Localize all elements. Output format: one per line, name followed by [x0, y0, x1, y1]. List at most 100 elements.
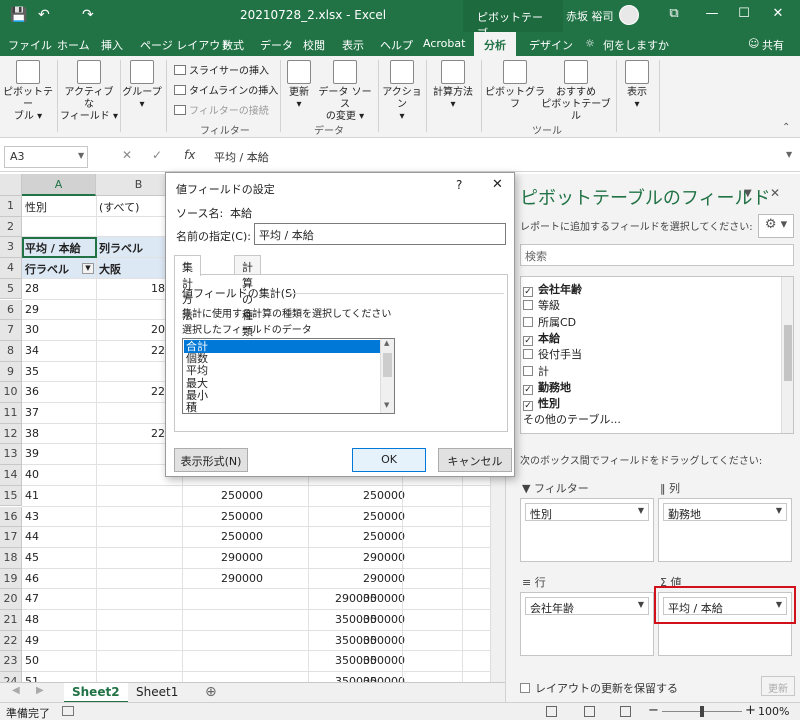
cell-e[interactable]: 250000	[360, 507, 440, 528]
cell-b[interactable]	[96, 610, 182, 631]
cell-a[interactable]: 48	[22, 610, 96, 631]
field-item[interactable]: ✓ 性別	[523, 395, 560, 412]
row-header[interactable]: 4	[0, 258, 22, 279]
cell-c[interactable]: 290000	[218, 548, 308, 569]
ribbon-display-icon[interactable]: ⧉	[662, 6, 686, 21]
field-checkbox[interactable]: ✓	[523, 287, 533, 297]
cell-b[interactable]	[96, 569, 182, 590]
tab-design[interactable]: デザイン	[529, 37, 573, 53]
scroll-up-icon[interactable]: ▲	[384, 339, 389, 347]
zoom-slider-thumb[interactable]	[700, 706, 704, 717]
select-all-corner[interactable]	[0, 174, 22, 196]
sheet-tab-sheet1[interactable]: Sheet1	[128, 683, 186, 703]
zoom-out-button[interactable]: −	[648, 703, 659, 718]
columns-zone-box[interactable]: 勤務地 ▼	[658, 498, 792, 562]
change-data-source-button[interactable]: データ ソース の変更 ▾	[316, 60, 374, 123]
field-item[interactable]: ✓ 会社年齢	[523, 281, 582, 297]
field-item[interactable]: 等級	[523, 297, 560, 313]
pane-close-icon[interactable]: ✕	[770, 186, 780, 200]
summary-function-list[interactable]: 合計 個数 平均 最大 最小積 ▲ ▼	[182, 338, 395, 414]
row-header[interactable]: 15	[0, 485, 22, 507]
filter-field-chip[interactable]: 性別 ▼	[525, 503, 649, 521]
row-header[interactable]: 24	[0, 672, 22, 682]
tab-home[interactable]: ホーム	[57, 37, 90, 53]
tab-file[interactable]: ファイル	[8, 37, 52, 53]
recommended-pivottables-button[interactable]: おすすめ ピボットテーブル	[540, 60, 612, 123]
tab-page-layout[interactable]: ページ レイアウト	[140, 37, 231, 53]
zoom-level[interactable]: 100%	[758, 705, 789, 718]
chip-dropdown-icon[interactable]: ▼	[638, 506, 644, 515]
defer-update-checkbox[interactable]: レイアウトの更新を保留する	[520, 680, 678, 696]
cancel-icon[interactable]: ✕	[122, 148, 132, 162]
pivottable-button[interactable]: ピボットテー ブル ▾	[2, 60, 54, 123]
cell-e[interactable]: 350000	[360, 631, 440, 652]
name-box-dropdown-icon[interactable]: ▼	[78, 151, 84, 160]
other-tables-link[interactable]: その他のテーブル...	[523, 411, 621, 427]
field-item[interactable]: 所属CD	[523, 314, 576, 330]
tab-summarize-by[interactable]: 集計方法	[174, 255, 201, 322]
cancel-button[interactable]: キャンセル	[438, 448, 512, 472]
summary-list-scrollbar[interactable]: ▲ ▼	[380, 339, 394, 413]
summary-list-scroll-thumb[interactable]	[383, 353, 392, 377]
number-format-button[interactable]: 表示形式(N)	[174, 448, 248, 472]
formula-input[interactable]: 平均 / 本給	[210, 146, 798, 168]
cell-e[interactable]: 350000	[360, 610, 440, 631]
row-header[interactable]: 16	[0, 506, 22, 528]
field-checkbox[interactable]: ✓	[523, 384, 533, 395]
cell-c[interactable]	[218, 651, 308, 672]
expand-formula-icon[interactable]: ▼	[786, 150, 792, 159]
chip-dropdown-icon[interactable]: ▼	[638, 600, 644, 609]
cell-a[interactable]: 43	[22, 507, 96, 528]
cell-b[interactable]	[96, 631, 182, 652]
cell-e[interactable]: 290000	[360, 569, 440, 590]
field-checkbox[interactable]: ✓	[523, 335, 533, 346]
cell-c[interactable]: 250000	[218, 486, 308, 507]
function-icon[interactable]: fx	[184, 148, 195, 162]
undo-icon[interactable]: ↶	[38, 7, 50, 23]
defer-checkbox-box[interactable]	[520, 683, 530, 693]
row-header[interactable]: 18	[0, 547, 22, 569]
cell-a[interactable]: 34	[22, 341, 96, 362]
column-header-a[interactable]: A	[22, 174, 96, 196]
scroll-down-icon[interactable]: ▼	[384, 401, 389, 409]
actions-button[interactable]: アクション ▾	[380, 60, 424, 123]
insert-slicer-button[interactable]: スライサーの挿入	[174, 62, 269, 77]
cell-b[interactable]	[96, 651, 182, 672]
sheet-tab-sheet2[interactable]: Sheet2	[64, 683, 128, 703]
active-field-button[interactable]: アクティブな フィールド ▾	[60, 60, 118, 123]
cell-a[interactable]: 38	[22, 424, 96, 445]
enter-icon[interactable]: ✓	[152, 148, 162, 162]
cell-a[interactable]: 44	[22, 527, 96, 548]
row-label-filter-icon[interactable]: ▼	[82, 263, 94, 275]
cell-a[interactable]: 36	[22, 382, 96, 403]
field-list-scrollbar[interactable]	[781, 277, 793, 433]
tab-review[interactable]: 校閲	[303, 37, 325, 53]
field-checkbox[interactable]	[523, 300, 533, 311]
user-name[interactable]: 赤坂 裕司	[566, 8, 614, 24]
cell-b[interactable]	[96, 507, 182, 528]
field-item[interactable]: ✓ 本給	[523, 330, 560, 346]
update-button[interactable]: 更新	[761, 676, 795, 696]
cell-a[interactable]: 46	[22, 569, 96, 590]
filter-zone-box[interactable]: 性別 ▼	[520, 498, 654, 562]
cell-a[interactable]: 29	[22, 300, 96, 321]
tab-data[interactable]: データ	[260, 37, 293, 53]
cell-a[interactable]: 30	[22, 320, 96, 341]
field-item[interactable]: 計	[523, 363, 549, 379]
cell-b[interactable]	[96, 548, 182, 569]
add-sheet-button[interactable]: ⊕	[205, 684, 217, 700]
row-header[interactable]: 21	[0, 610, 22, 631]
columns-field-chip[interactable]: 勤務地 ▼	[663, 503, 787, 521]
row-header[interactable]: 7	[0, 320, 22, 341]
save-icon[interactable]: 💾	[10, 7, 27, 23]
cell-a[interactable]: 45	[22, 548, 96, 569]
cell-a[interactable]: 37	[22, 403, 96, 424]
cell-c[interactable]	[218, 610, 308, 631]
row-header[interactable]: 17	[0, 527, 22, 548]
cell-e[interactable]: 290000	[360, 548, 440, 569]
cell-c[interactable]: 250000	[218, 527, 308, 548]
row-header[interactable]: 6	[0, 299, 22, 321]
calculations-button[interactable]: 計算方法 ▾	[428, 60, 478, 111]
row-header[interactable]: 8	[0, 340, 22, 362]
row-header[interactable]: 5	[0, 278, 22, 300]
